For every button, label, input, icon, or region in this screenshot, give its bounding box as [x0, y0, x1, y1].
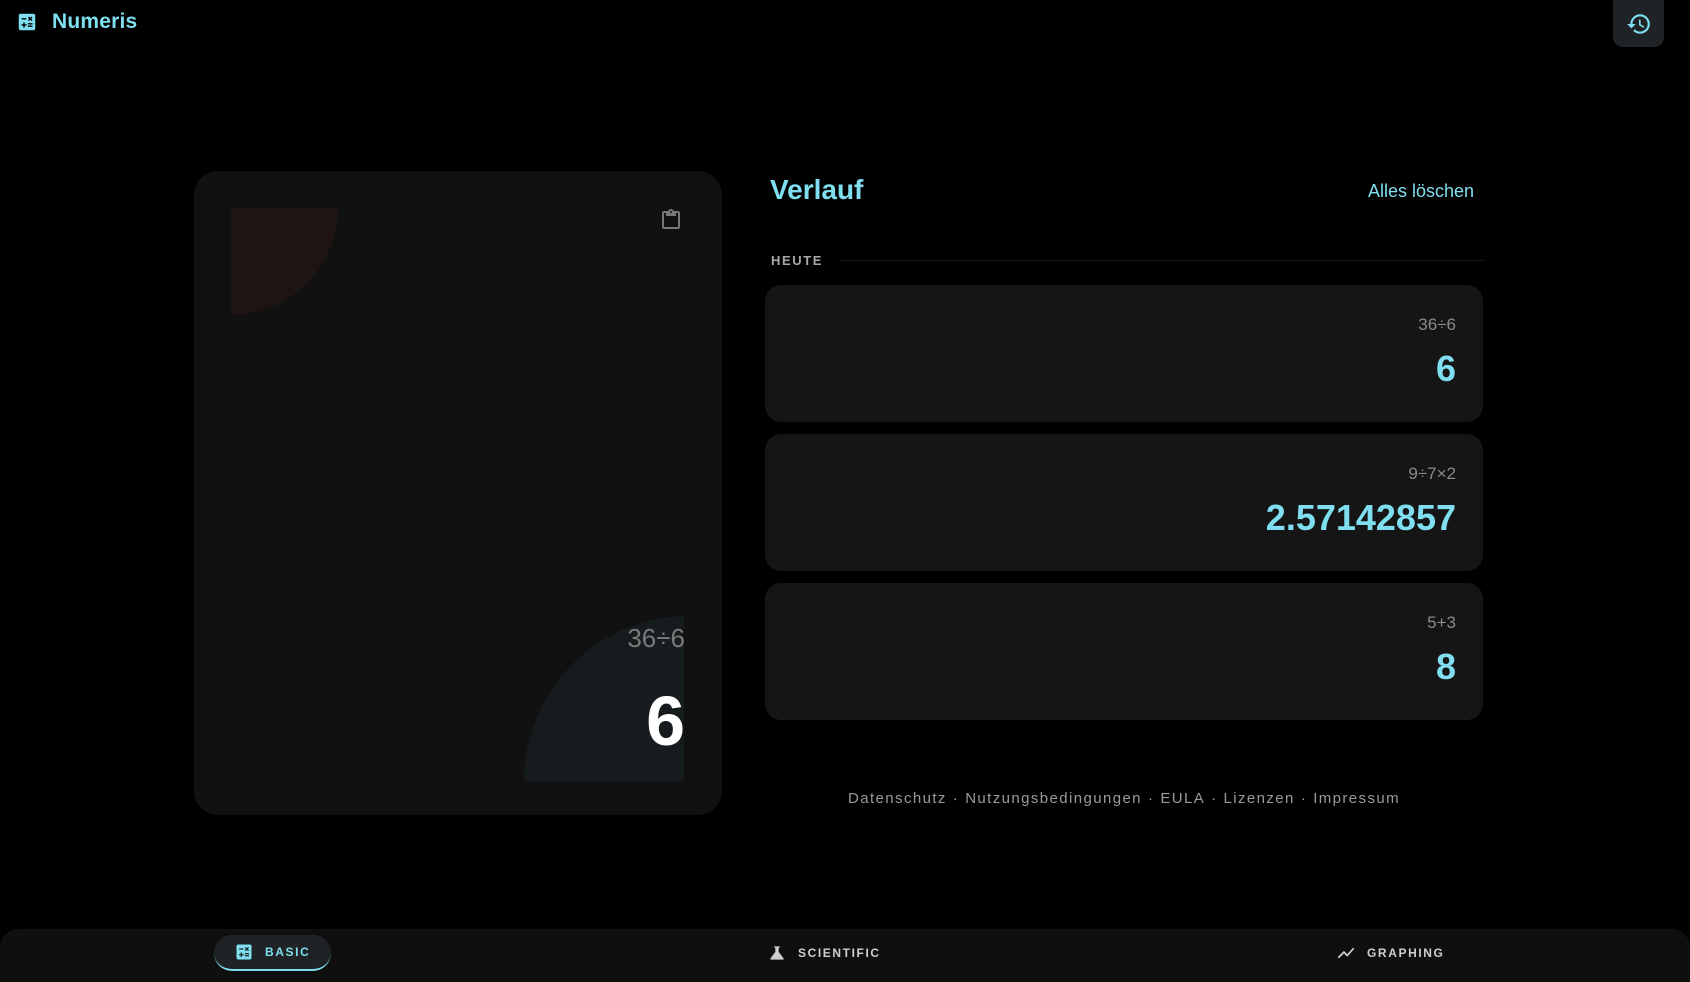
nav-tab-graphing[interactable]: GRAPHING — [1316, 935, 1464, 971]
app-title: Numeris — [52, 10, 138, 33]
history-entry-result: 6 — [1435, 348, 1456, 389]
history-list: 36÷6 6 9÷7×2 2.57142857 5+3 8 — [765, 285, 1483, 732]
display-expression: 36÷6 — [627, 623, 685, 653]
history-icon — [1626, 13, 1650, 34]
imprint-link[interactable]: Impressum — [1313, 790, 1400, 807]
flask-icon — [767, 943, 787, 963]
footer-separator: · — [1211, 790, 1218, 807]
nav-tab-label: GRAPHING — [1367, 946, 1445, 960]
clear-history-button[interactable]: Alles löschen — [1368, 181, 1474, 202]
trending-line-icon — [1336, 943, 1356, 963]
footer-links: Datenschutz · Nutzungsbedingungen · EULA · Liz… — [765, 790, 1483, 807]
decorative-shape — [231, 208, 338, 315]
history-title: Verlauf — [770, 174, 864, 205]
history-entry-expression: 36÷6 — [1418, 315, 1456, 334]
clipboard-icon — [662, 209, 680, 229]
app-root: Numeris 36÷6 6 Verlauf Alles löschen HEU… — [0, 0, 1690, 982]
licenses-link[interactable]: Lizenzen — [1224, 790, 1295, 807]
history-entry[interactable]: 9÷7×2 2.57142857 — [765, 434, 1483, 571]
history-button[interactable] — [1613, 0, 1664, 47]
history-entry-expression: 9÷7×2 — [1408, 464, 1456, 483]
section-divider — [839, 259, 1483, 261]
history-entry[interactable]: 5+3 8 — [765, 583, 1483, 720]
privacy-link[interactable]: Datenschutz — [848, 790, 947, 807]
footer-separator: · — [1147, 790, 1155, 807]
history-entry-result: 2.57142857 — [1265, 497, 1456, 538]
footer-separator: · — [952, 790, 960, 807]
history-section-header: HEUTE — [771, 252, 1483, 268]
nav-tab-scientific[interactable]: SCIENTIFIC — [747, 935, 901, 971]
nav-tab-label: SCIENTIFIC — [798, 946, 881, 960]
history-entry-result: 8 — [1435, 646, 1456, 687]
eula-link[interactable]: EULA — [1160, 790, 1205, 807]
calculator-display: 36÷6 6 — [194, 171, 722, 815]
terms-link[interactable]: Nutzungsbedingungen — [965, 790, 1142, 807]
nav-tab-label: BASIC — [265, 945, 311, 959]
section-label: HEUTE — [771, 252, 824, 268]
display-result: 6 — [646, 682, 685, 760]
bottom-navigation: BASIC SCIENTIFIC GRAPHING — [0, 929, 1690, 982]
footer-separator: · — [1300, 790, 1308, 807]
history-entry-expression: 5+3 — [1427, 613, 1456, 632]
app-brand: Numeris — [16, 10, 137, 34]
copy-button[interactable] — [659, 207, 683, 233]
history-entry[interactable]: 36÷6 6 — [765, 285, 1483, 422]
calculator-icon — [16, 11, 38, 33]
calculator-icon — [234, 942, 254, 962]
nav-tab-basic[interactable]: BASIC — [214, 935, 331, 971]
